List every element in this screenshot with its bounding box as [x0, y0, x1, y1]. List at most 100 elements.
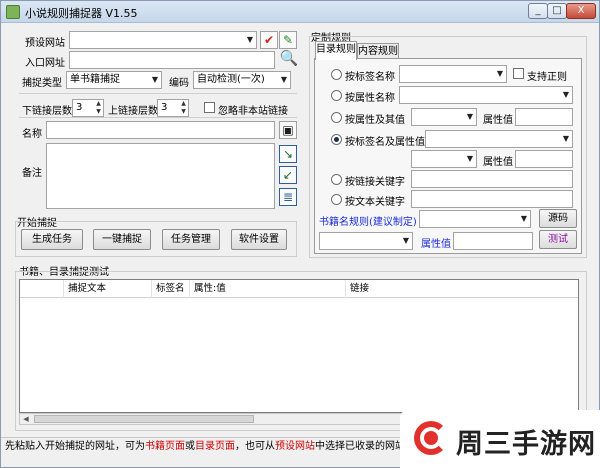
entry-url-input[interactable] — [69, 51, 275, 69]
task-manager-button[interactable]: 任务管理 — [162, 229, 220, 250]
encoding-label: 编码 — [169, 78, 189, 89]
capture-type-select[interactable]: 单书籍捕捉 ▼ — [66, 71, 162, 89]
name-input[interactable] — [46, 121, 275, 139]
by-tag-radio[interactable] — [331, 69, 342, 80]
chevron-down-icon: ▼ — [496, 69, 503, 78]
watermark-logo-icon — [414, 421, 448, 455]
import-icon[interactable]: ↘ — [279, 145, 297, 163]
table-header: 捕捉文本 标签名 属性:值 链接 — [20, 280, 578, 298]
ignore-offsite-checkbox[interactable] — [204, 102, 215, 113]
preset-site-select[interactable]: ▼ — [69, 31, 257, 49]
column-header-blank — [20, 280, 64, 298]
export-icon[interactable]: ↙ — [279, 166, 297, 184]
chevron-down-icon: ▼ — [466, 112, 473, 121]
results-table[interactable]: 捕捉文本 标签名 属性:值 链接 — [19, 279, 579, 413]
notes-label: 备注 — [22, 168, 42, 179]
book-rule-select[interactable]: ▼ — [419, 210, 531, 228]
app-window: 小说规则捕捉器 V1.55 _ □ X 预设网站 ▼ ✔ ✎ 入口网址 🔍 捕捉… — [0, 0, 600, 468]
tag-name-select[interactable]: ▼ — [399, 65, 507, 83]
book-attr-select[interactable]: ▼ — [319, 232, 413, 250]
attr-value-input-2[interactable] — [515, 150, 573, 168]
upper-depth-stepper[interactable]: 3 ▲ ▼ — [157, 99, 189, 117]
attr-select-2[interactable]: ▼ — [411, 150, 477, 168]
scroll-left-icon[interactable]: ◀ — [20, 414, 32, 424]
one-click-capture-button[interactable]: 一键捕捉 — [93, 229, 151, 250]
divider — [19, 93, 297, 94]
by-text-keyword-radio[interactable] — [331, 194, 342, 205]
support-regex-label: 支持正则 — [527, 72, 567, 83]
chevron-down-icon: ▼ — [280, 75, 287, 84]
encoding-select[interactable]: 自动检测(一次) ▼ — [193, 71, 291, 89]
edit-icon[interactable]: ✎ — [279, 31, 297, 49]
status-text-3: ，也可从 — [235, 441, 275, 452]
column-header-tag[interactable]: 标签名 — [152, 280, 190, 298]
source-code-button[interactable]: 源码 — [539, 209, 577, 228]
app-icon — [6, 5, 20, 19]
list-icon[interactable]: ≣ — [279, 188, 297, 206]
by-text-keyword-label: 按文本关键字 — [345, 197, 405, 208]
by-attr-name-radio[interactable] — [331, 90, 342, 101]
upper-depth-label: 上链接层数 — [108, 106, 158, 117]
title-bar: 小说规则捕捉器 V1.55 _ □ X — [1, 1, 599, 23]
stepper-down-icon[interactable]: ▼ — [94, 108, 103, 116]
by-attr-name-label: 按属性名称 — [345, 93, 395, 104]
watermark: 周三手游网 — [400, 410, 600, 468]
entry-url-label: 入口网址 — [25, 58, 65, 69]
status-text-1: 先粘贴入开始捕捉的网址，可为 — [5, 441, 145, 452]
stepper-up-icon[interactable]: ▲ — [179, 100, 188, 108]
column-header-link[interactable]: 链接 — [346, 280, 576, 298]
status-text-4: 中选择已收录的网站 — [315, 441, 405, 452]
catalog-rules-panel: 按标签名称 ▼ 支持正则 按属性名称 ▼ 按属性及其值 ▼ 属性值 按标签名及属… — [314, 58, 582, 254]
chevron-down-icon: ▼ — [520, 214, 527, 223]
maximize-button[interactable]: □ — [547, 3, 567, 19]
attr-value-input-1[interactable] — [515, 108, 573, 126]
chevron-down-icon: ▼ — [151, 75, 158, 84]
preset-site-label: 预设网站 — [25, 38, 65, 49]
window-title: 小说规则捕捉器 V1.55 — [25, 7, 138, 20]
book-rule-label: 书籍名规则(建议制定) — [319, 217, 417, 228]
status-link-catalog-page: 目录页面 — [195, 441, 235, 452]
attr-value-label-2: 属性值 — [483, 157, 513, 168]
by-tag-attr-label: 按标签名及属性值 — [345, 137, 425, 148]
attr-select-1[interactable]: ▼ — [411, 108, 477, 126]
by-tag-label: 按标签名称 — [345, 72, 395, 83]
column-header-text[interactable]: 捕捉文本 — [64, 280, 152, 298]
scrollbar-thumb[interactable] — [34, 415, 254, 423]
software-settings-button[interactable]: 软件设置 — [231, 229, 287, 250]
status-link-preset-site: 预设网站 — [275, 441, 315, 452]
minimize-button[interactable]: _ — [528, 3, 548, 19]
lower-depth-stepper[interactable]: 3 ▲ ▼ — [72, 99, 104, 117]
chevron-down-icon: ▼ — [466, 154, 473, 163]
column-header-attr[interactable]: 属性:值 — [190, 280, 346, 298]
by-attr-value-radio[interactable] — [331, 112, 342, 123]
by-tag-attr-radio[interactable] — [331, 134, 342, 145]
encoding-value: 自动检测(一次) — [197, 74, 265, 85]
support-regex-checkbox[interactable] — [513, 68, 524, 79]
checkmark-red-icon[interactable]: ✔ — [260, 31, 278, 49]
stepper-up-icon[interactable]: ▲ — [94, 100, 103, 108]
chevron-down-icon: ▼ — [562, 90, 569, 99]
tag-attr-select[interactable]: ▼ — [425, 130, 573, 148]
by-link-keyword-radio[interactable] — [331, 174, 342, 185]
close-button[interactable]: X — [566, 3, 596, 19]
attr-name-select[interactable]: ▼ — [399, 86, 573, 104]
watermark-text: 周三手游网 — [456, 429, 596, 460]
book-attr-value-label: 属性值 — [421, 239, 451, 250]
generate-task-button[interactable]: 生成任务 — [21, 229, 83, 250]
chevron-down-icon: ▼ — [562, 134, 569, 143]
status-text-2: 或 — [185, 441, 195, 452]
tab-catalog-rules[interactable]: 目录规则 — [315, 41, 357, 60]
link-keyword-input[interactable] — [411, 170, 573, 188]
test-button[interactable]: 测试 — [539, 230, 577, 249]
lower-depth-label: 下链接层数 — [22, 106, 72, 117]
divider — [19, 117, 297, 118]
stepper-down-icon[interactable]: ▼ — [179, 108, 188, 116]
text-keyword-input[interactable] — [411, 190, 573, 208]
save-icon[interactable]: ▣ — [279, 121, 297, 139]
notes-textarea[interactable] — [46, 143, 275, 209]
book-attr-value-input[interactable] — [453, 232, 533, 250]
chevron-down-icon: ▼ — [246, 35, 253, 44]
status-link-book-page: 书籍页面 — [145, 441, 185, 452]
name-label: 名称 — [22, 129, 42, 140]
search-icon[interactable]: 🔍 — [279, 50, 299, 70]
